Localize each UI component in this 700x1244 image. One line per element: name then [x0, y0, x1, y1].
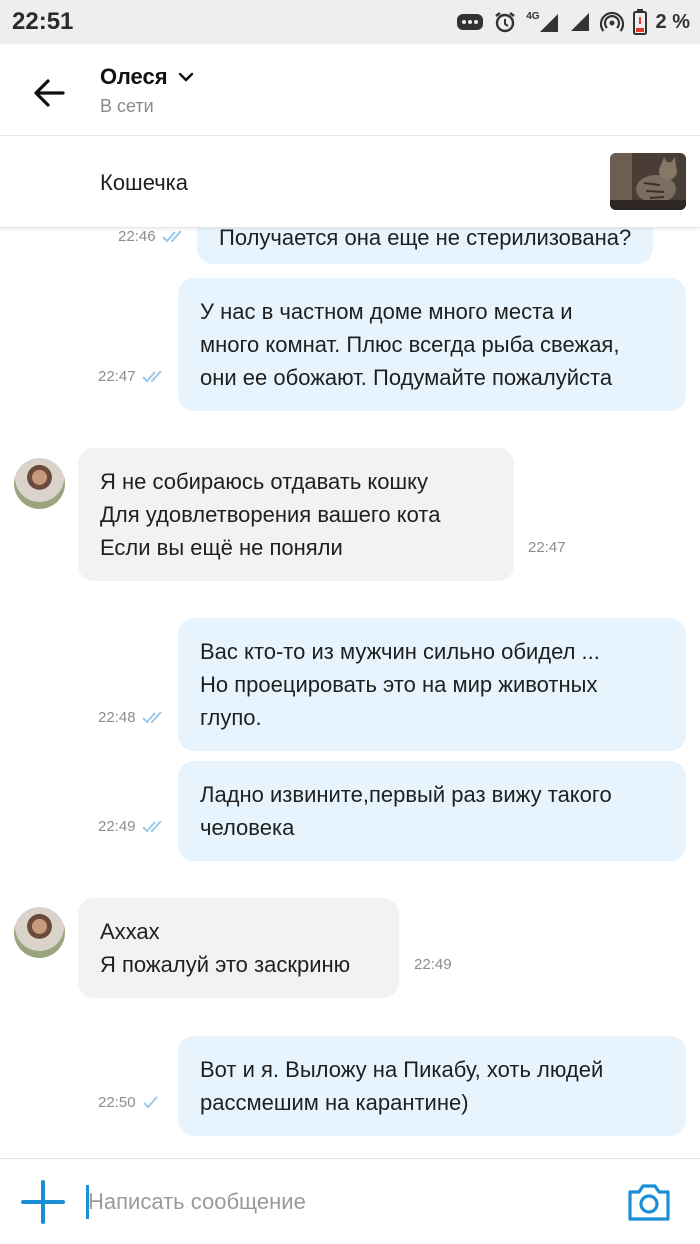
plus-icon [21, 1180, 65, 1224]
listing-thumbnail[interactable] [610, 153, 686, 210]
contact-name[interactable]: Олеся [100, 64, 168, 90]
message-text: Я пожалуй это заскриню [100, 952, 351, 977]
message-time: 22:48 [98, 709, 136, 726]
message-text: Получается она еще не стерилизована? [219, 228, 632, 250]
alarm-icon [495, 12, 515, 33]
signal-4g-icon: 4G [526, 11, 559, 34]
message-text: Ладно извините,первый раз вижу такого [200, 782, 612, 807]
message-list[interactable]: 22:46 Получается она еще не стерилизован… [0, 228, 700, 1158]
chevron-down-icon[interactable] [178, 69, 194, 85]
camera-icon [628, 1184, 670, 1221]
message-text: они ее обожают. Подумайте пожалуйста [200, 365, 613, 390]
message-input[interactable] [88, 1181, 588, 1223]
message-bubble-incoming[interactable]: Я не собираюсь отдавать кошку Для удовле… [78, 448, 514, 581]
listing-bar[interactable]: Кошечка [0, 136, 700, 228]
message-time: 22:46 [118, 228, 156, 245]
message-time: 22:50 [98, 1094, 136, 1111]
message-time: 22:47 [98, 368, 136, 385]
message-time: 22:47 [528, 539, 566, 556]
message-bubble-incoming[interactable]: Аххах Я пожалуй это заскриню [78, 898, 399, 998]
message-bubble-outgoing[interactable]: У нас в частном доме много места и много… [178, 278, 686, 411]
message-text: Если вы ещё не поняли [100, 535, 343, 560]
message-meta: 22:49 [98, 818, 166, 835]
message-bubble-outgoing[interactable]: Вот и я. Выложу на Пикабу, хоть людей ра… [178, 1036, 686, 1136]
hotspot-icon [599, 11, 624, 32]
contact-avatar[interactable] [14, 907, 65, 958]
signal-icon [570, 13, 589, 31]
message-text: Но проецировать это на мир животных [200, 672, 598, 697]
double-check-icon [141, 369, 162, 382]
listing-title[interactable]: Кошечка [100, 170, 188, 196]
message-text: Аххах [100, 919, 160, 944]
battery-percent: 2 % [655, 10, 690, 33]
status-time: 22:51 [12, 8, 74, 35]
message-meta: 22:50 [98, 1094, 160, 1111]
message-bubble-outgoing[interactable]: Ладно извините,первый раз вижу такого че… [178, 761, 686, 861]
battery-low-icon [632, 9, 647, 35]
message-meta: 22:49 [414, 956, 452, 973]
single-check-icon [142, 1095, 158, 1108]
message-meta: 22:46 [118, 228, 186, 245]
message-meta: 22:48 [98, 709, 166, 726]
double-check-icon [161, 229, 182, 242]
contact-online-status: В сети [100, 96, 154, 116]
message-meta: 22:47 [528, 539, 566, 556]
status-bar: 22:51 4G 2 % [0, 0, 700, 44]
message-text: человека [200, 815, 295, 840]
message-time: 22:49 [98, 818, 136, 835]
message-text: рассмешим на карантине) [200, 1090, 469, 1115]
message-bubble-outgoing[interactable]: Получается она еще не стерилизована? [197, 228, 654, 264]
message-text: Вас кто-то из мужчин сильно обидел ... [200, 639, 600, 664]
message-text: Я не собираюсь отдавать кошку [100, 469, 429, 494]
message-text: У нас в частном доме много места и [200, 299, 573, 324]
message-text: много комнат. Плюс всегда рыба свежая, [200, 332, 620, 357]
message-time: 22:49 [414, 956, 452, 973]
message-input-bar [0, 1158, 700, 1244]
message-text: глупо. [200, 705, 262, 730]
status-icons: 4G 2 % [456, 9, 690, 35]
camera-button[interactable] [626, 1181, 672, 1223]
chat-header: Олеся В сети [0, 44, 700, 136]
back-button[interactable] [30, 74, 68, 112]
messages-icon [457, 14, 484, 30]
double-check-icon [141, 819, 162, 832]
double-check-icon [141, 710, 162, 723]
attach-button[interactable] [20, 1179, 66, 1225]
message-bubble-outgoing[interactable]: Вас кто-то из мужчин сильно обидел ... Н… [178, 618, 686, 751]
message-text: Вот и я. Выложу на Пикабу, хоть людей [200, 1057, 604, 1082]
message-meta: 22:47 [98, 368, 166, 385]
arrow-left-icon [34, 79, 65, 107]
message-text: Для удовлетворения вашего кота [100, 502, 441, 527]
contact-avatar[interactable] [14, 458, 65, 509]
